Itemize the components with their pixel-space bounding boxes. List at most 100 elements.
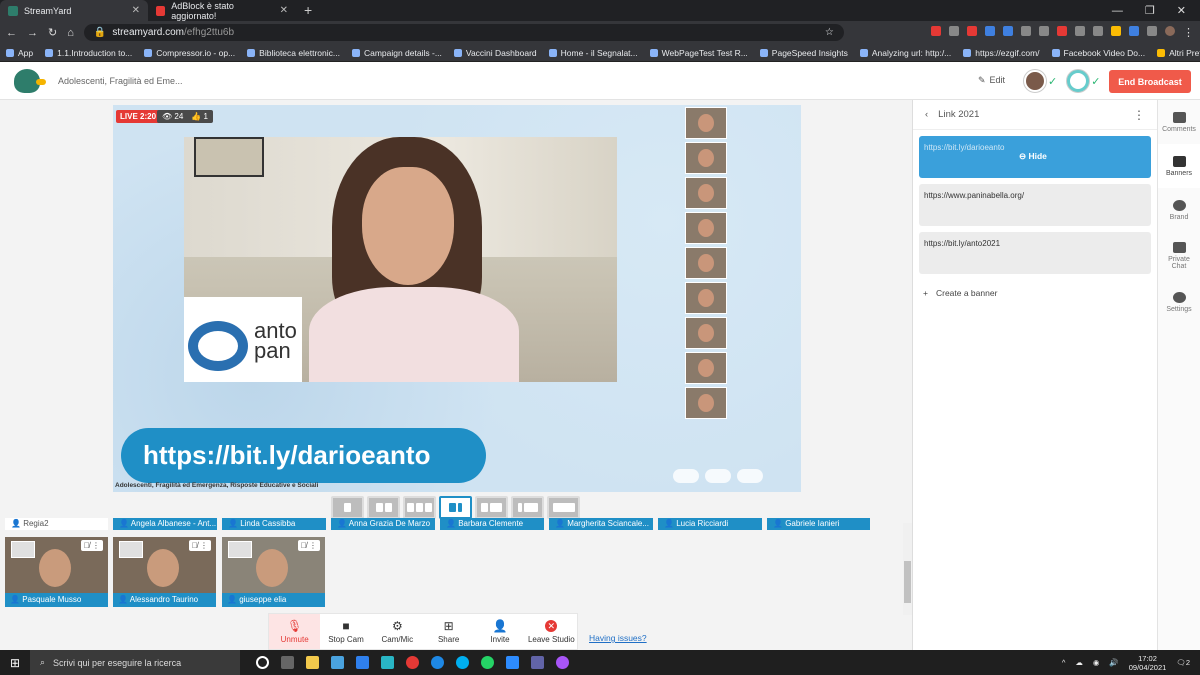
extension-icon[interactable] xyxy=(1093,26,1103,36)
add-to-stage-icon[interactable] xyxy=(11,541,35,558)
layout-pip-button[interactable] xyxy=(475,496,508,519)
extension-icon[interactable] xyxy=(949,26,959,36)
close-tab-icon[interactable]: ✕ xyxy=(132,5,140,16)
back-icon[interactable]: ← xyxy=(6,27,17,39)
other-bookmarks[interactable]: Altri Preferiti xyxy=(1157,48,1200,58)
back-chevron-icon[interactable]: ‹ xyxy=(925,109,928,120)
share-button[interactable]: ⊞ Share xyxy=(423,614,474,649)
l-app-icon[interactable] xyxy=(381,656,394,669)
layout-solo-button[interactable] xyxy=(331,496,364,519)
mic-muted-icon[interactable]: 🎙̸ ⋮ xyxy=(188,540,211,551)
cortana-icon[interactable] xyxy=(256,656,269,669)
bookmark-item[interactable]: Home - il Segnalat... xyxy=(548,48,638,58)
layout-sidebar-button[interactable] xyxy=(511,496,544,519)
close-tab-icon[interactable]: ✕ xyxy=(280,5,288,16)
participant-name-bar[interactable]: 👤 Regia2 xyxy=(5,518,108,530)
participant-name-bar[interactable]: 👤 Anna Grazia De Marzo xyxy=(331,518,435,530)
layout-split-button[interactable] xyxy=(367,496,400,519)
bookmark-item[interactable]: Vaccini Dashboard xyxy=(453,48,537,58)
bookmark-item[interactable]: Compressor.io - op... xyxy=(144,48,235,58)
teams-icon[interactable] xyxy=(531,656,544,669)
file-explorer-icon[interactable] xyxy=(306,656,319,669)
participants-scrollbar[interactable] xyxy=(903,523,912,615)
reload-icon[interactable]: ↻ xyxy=(48,26,57,39)
banner-item[interactable]: https://bit.ly/anto2021 xyxy=(919,232,1151,274)
zoom-icon[interactable] xyxy=(506,656,519,669)
participant-tile[interactable]: 🎙̸ ⋮ 👤 Pasquale Musso xyxy=(5,537,108,607)
hide-banner-button[interactable]: ⊖ Hide xyxy=(1019,151,1047,162)
puzzle-icon[interactable] xyxy=(1147,26,1157,36)
edge-icon[interactable] xyxy=(431,656,444,669)
bookmark-item[interactable]: 1.1.Introduction to... xyxy=(45,48,132,58)
banner-item-active[interactable]: https://bit.ly/darioeanto ⊖ Hide xyxy=(919,136,1151,178)
cam-mic-button[interactable]: ⚙ Cam/Mic xyxy=(372,614,423,649)
mail-icon[interactable] xyxy=(356,656,369,669)
create-banner-button[interactable]: + Create a banner xyxy=(923,288,1147,298)
minimize-icon[interactable]: — xyxy=(1112,5,1123,17)
store-icon[interactable] xyxy=(331,656,344,669)
participant-name-bar[interactable]: 👤 Margherita Sciancale... xyxy=(549,518,653,530)
new-tab-icon[interactable]: + xyxy=(304,0,312,21)
onedrive-icon[interactable]: ☁ xyxy=(1075,658,1083,667)
banner-item[interactable]: https://www.paninabella.org/ xyxy=(919,184,1151,226)
bookmark-item[interactable]: Campaign details -... xyxy=(351,48,442,58)
rail-banners[interactable]: Banners xyxy=(1158,144,1200,188)
task-view-icon[interactable] xyxy=(281,656,294,669)
menu-dots-icon[interactable]: ⋮ xyxy=(1183,26,1194,39)
windows-start-icon[interactable]: ⊞ xyxy=(0,656,30,670)
layout-fullscreen-button[interactable] xyxy=(547,496,580,519)
whatsapp-icon[interactable] xyxy=(481,656,494,669)
participant-name-bar[interactable]: 👤 Barbara Clemente xyxy=(440,518,544,530)
bookmark-item[interactable]: Analyzing url: http:/... xyxy=(859,48,951,58)
participant-tile[interactable]: 🎙̸ ⋮ 👤 Alessandro Taurino xyxy=(113,537,216,607)
tray-chevron-icon[interactable]: ^ xyxy=(1062,658,1066,667)
invite-button[interactable]: 👤 Invite xyxy=(474,614,525,649)
bookmark-item[interactable]: PageSpeed Insights xyxy=(759,48,848,58)
rail-private-chat[interactable]: Private Chat xyxy=(1158,232,1200,280)
volume-icon[interactable]: 🔊 xyxy=(1109,658,1118,667)
mic-muted-icon[interactable]: 🎙̸ ⋮ xyxy=(80,540,103,551)
unmute-button[interactable]: 🎙 Unmute xyxy=(269,614,321,649)
participant-name-bar[interactable]: 👤 Lucia Ricciardi xyxy=(658,518,762,530)
bookmark-item[interactable]: WebPageTest Test R... xyxy=(649,48,748,58)
bookmark-item[interactable]: https://ezgif.com/ xyxy=(963,48,1040,58)
facebook-destination-avatar[interactable] xyxy=(1024,70,1046,92)
tab-streamyard[interactable]: StreamYard ✕ xyxy=(0,0,148,21)
layout-leader-button[interactable] xyxy=(439,496,472,519)
address-bar[interactable]: 🔒 streamyard.com/efhg2ttu6b ☆ xyxy=(83,24,844,41)
rail-settings[interactable]: Settings xyxy=(1158,280,1200,324)
taskbar-clock[interactable]: 17:02 09/04/2021 xyxy=(1129,654,1167,672)
extension-icon[interactable] xyxy=(1021,26,1031,36)
leave-studio-button[interactable]: ✕ Leave Studio xyxy=(526,614,577,649)
forward-icon[interactable]: → xyxy=(27,27,38,39)
extension-icon[interactable] xyxy=(967,26,977,36)
close-window-icon[interactable]: ✕ xyxy=(1177,4,1186,17)
mic-muted-icon[interactable]: 🎙̸ ⋮ xyxy=(297,540,320,551)
extension-icon[interactable] xyxy=(1075,26,1085,36)
bookmark-item[interactable]: Facebook Video Do... xyxy=(1051,48,1145,58)
star-icon[interactable]: ☆ xyxy=(825,27,834,38)
extension-icon[interactable] xyxy=(931,26,941,36)
profile-avatar-icon[interactable] xyxy=(1165,26,1175,36)
home-icon[interactable]: ⌂ xyxy=(67,27,74,39)
messenger-icon[interactable] xyxy=(556,656,569,669)
layout-group-button[interactable] xyxy=(403,496,436,519)
end-broadcast-button[interactable]: End Broadcast xyxy=(1109,70,1191,93)
extension-icon[interactable] xyxy=(1057,26,1067,36)
rail-comments[interactable]: Comments xyxy=(1158,100,1200,144)
bookmark-item[interactable]: Biblioteca elettronic... xyxy=(247,48,340,58)
bookmark-item[interactable]: App xyxy=(6,48,33,58)
extension-icon[interactable] xyxy=(1003,26,1013,36)
youtube-destination-avatar[interactable] xyxy=(1067,70,1090,92)
chrome-icon[interactable] xyxy=(406,656,419,669)
restore-icon[interactable]: ❐ xyxy=(1145,4,1155,17)
participant-name-bar[interactable]: 👤 Linda Cassibba xyxy=(222,518,326,530)
streamyard-logo-icon[interactable] xyxy=(14,68,46,93)
taskbar-search[interactable]: ⌕ Scrivi qui per eseguire la ricerca xyxy=(30,650,240,675)
participant-name-bar[interactable]: 👤 Gabriele Ianieri xyxy=(767,518,870,530)
rail-brand[interactable]: Brand xyxy=(1158,188,1200,232)
add-to-stage-icon[interactable] xyxy=(119,541,143,558)
notifications-icon[interactable]: 🗨2 xyxy=(1176,658,1190,667)
extension-icon[interactable] xyxy=(1039,26,1049,36)
participant-tile[interactable]: 🎙̸ ⋮ 👤 giuseppe elia xyxy=(222,537,325,607)
